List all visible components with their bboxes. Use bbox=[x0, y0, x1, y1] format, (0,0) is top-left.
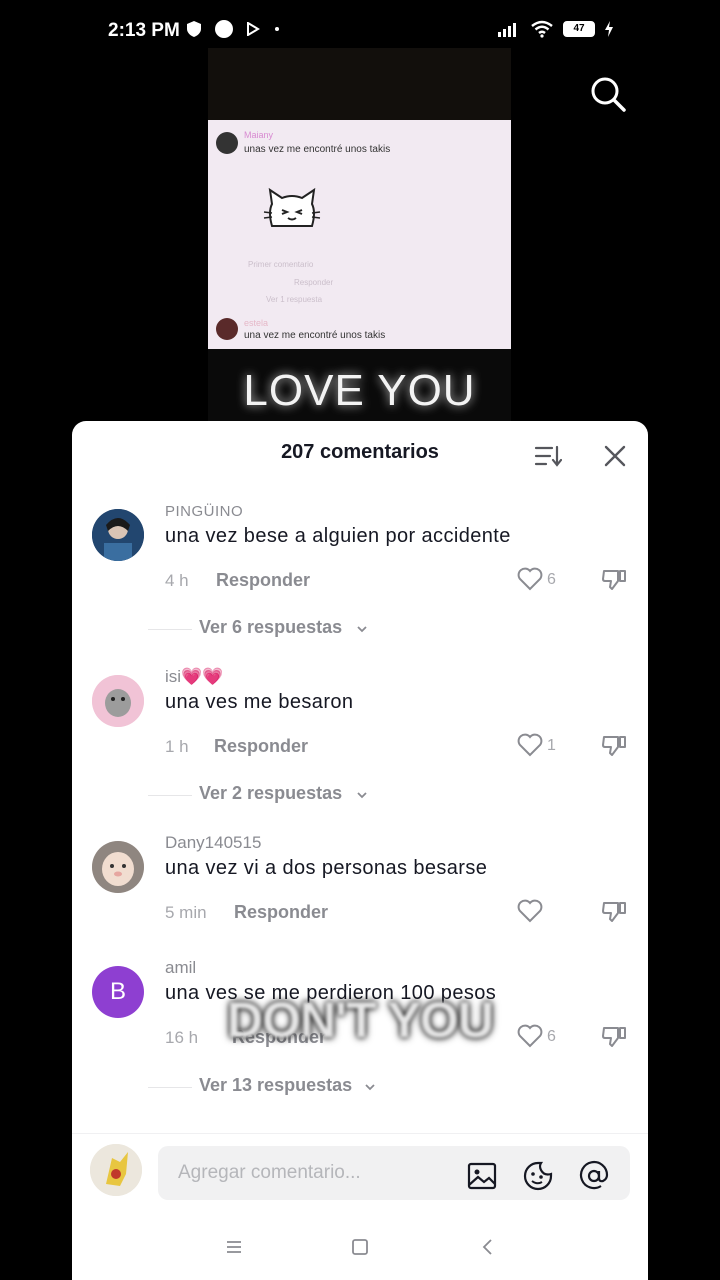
avatar-image bbox=[92, 841, 144, 893]
reply-button[interactable]: Responder bbox=[234, 902, 328, 923]
avatar-image bbox=[92, 509, 144, 561]
view-replies-label[interactable]: Ver 2 respuestas bbox=[199, 783, 342, 804]
sort-icon[interactable] bbox=[534, 443, 562, 469]
video-top-strip bbox=[208, 48, 511, 120]
battery-icon: 47 bbox=[563, 21, 595, 37]
card-avatar-2 bbox=[216, 318, 238, 340]
card-replies: Ver 1 respuesta bbox=[266, 295, 323, 304]
video-player[interactable]: Maiany unas vez me encontré unos takis P… bbox=[0, 48, 720, 448]
status-time: 2:13 PM bbox=[108, 20, 180, 41]
card-reply: Responder bbox=[294, 278, 334, 287]
charging-icon bbox=[605, 21, 613, 37]
video-screenshot-card: Maiany unas vez me encontré unos takis P… bbox=[208, 120, 511, 349]
avatar-image bbox=[92, 675, 144, 727]
menu-icon[interactable] bbox=[222, 1235, 246, 1259]
dislike-icon[interactable] bbox=[600, 565, 628, 593]
dislike-icon[interactable] bbox=[600, 731, 628, 759]
avatar-image bbox=[90, 1144, 142, 1196]
comment-text: una ves me besaron bbox=[165, 691, 354, 713]
view-replies[interactable]: Ver 13 respuestas bbox=[72, 1073, 648, 1103]
heart-icon[interactable] bbox=[516, 731, 544, 759]
reply-button[interactable]: Responder bbox=[214, 736, 308, 757]
reply-button[interactable]: Responder bbox=[216, 570, 310, 591]
chevron-down-icon bbox=[357, 626, 367, 633]
comment-author[interactable]: PINGÜINO bbox=[165, 503, 243, 520]
view-replies-label[interactable]: Ver 6 respuestas bbox=[199, 617, 342, 638]
home-icon[interactable] bbox=[348, 1235, 372, 1259]
wifi-icon bbox=[531, 20, 553, 38]
close-icon[interactable] bbox=[602, 443, 628, 469]
card-author: Maiany bbox=[244, 130, 274, 140]
mention-icon[interactable] bbox=[578, 1160, 610, 1192]
comment-author[interactable]: amil bbox=[165, 958, 196, 978]
comment-item: isi💗💗 una ves me besaron 1 h Responder 1 bbox=[72, 667, 648, 777]
dot-icon bbox=[275, 27, 279, 31]
emoji-sticker-icon[interactable] bbox=[522, 1160, 554, 1192]
view-replies-label[interactable]: Ver 13 respuestas bbox=[199, 1075, 352, 1096]
avatar[interactable] bbox=[92, 675, 144, 727]
card-comment-text: unas vez me encontré unos takis bbox=[244, 144, 391, 155]
comment-item: Dany140515 una vez vi a dos personas bes… bbox=[72, 833, 648, 943]
compass-icon bbox=[215, 20, 233, 38]
divider bbox=[148, 1087, 192, 1088]
status-right-icons: 47 bbox=[497, 20, 614, 38]
card-author-2: estela bbox=[244, 318, 269, 328]
comment-text: una vez bese a alguien por accidente bbox=[165, 525, 511, 547]
heart-icon[interactable] bbox=[516, 897, 544, 925]
dislike-icon[interactable] bbox=[600, 1022, 628, 1050]
cat-sticker-icon bbox=[263, 187, 321, 227]
divider bbox=[148, 795, 192, 796]
card-comment-text-2: una vez me encontré unos takis bbox=[244, 330, 386, 341]
comment-input[interactable] bbox=[158, 1146, 630, 1200]
comment-author[interactable]: isi💗💗 bbox=[165, 667, 223, 687]
dislike-icon[interactable] bbox=[600, 897, 628, 925]
chevron-down-icon bbox=[365, 1084, 375, 1091]
back-icon[interactable] bbox=[476, 1235, 500, 1259]
video-caption-love-you: LOVE YOU bbox=[208, 349, 511, 429]
chevron-down-icon bbox=[357, 792, 367, 799]
heart-icon[interactable] bbox=[516, 565, 544, 593]
avatar[interactable] bbox=[92, 509, 144, 561]
avatar[interactable] bbox=[92, 841, 144, 893]
status-left-icons bbox=[186, 19, 282, 39]
search-icon[interactable] bbox=[588, 74, 628, 114]
image-icon[interactable] bbox=[466, 1160, 498, 1192]
view-replies[interactable]: Ver 6 respuestas bbox=[72, 615, 648, 645]
video-caption-dont-you: DON'T YOU bbox=[227, 992, 494, 1048]
comment-time: 4 h bbox=[165, 571, 189, 590]
like-count: 6 bbox=[547, 1028, 556, 1045]
play-icon bbox=[247, 22, 260, 36]
like-count: 1 bbox=[547, 737, 556, 754]
card-avatar bbox=[216, 132, 238, 154]
heart-icon[interactable] bbox=[516, 1022, 544, 1050]
comment-item: PINGÜINO una vez bese a alguien por acci… bbox=[72, 501, 648, 611]
comment-time: 16 h bbox=[165, 1028, 199, 1047]
avatar[interactable]: B bbox=[92, 966, 144, 1018]
my-avatar[interactable] bbox=[90, 1144, 142, 1196]
comments-sheet: 207 comentarios PINGÜINO una vez bese a … bbox=[72, 421, 648, 1280]
comment-time: 1 h bbox=[165, 737, 189, 756]
comment-text: una vez vi a dos personas besarse bbox=[165, 857, 488, 879]
signal-icon bbox=[498, 23, 516, 37]
system-nav-bar bbox=[72, 1221, 648, 1280]
comment-author[interactable]: Dany140515 bbox=[165, 833, 261, 853]
card-first-comment: Primer comentario bbox=[248, 260, 314, 269]
like-count: 6 bbox=[547, 571, 556, 588]
avatar-letter: B bbox=[109, 978, 126, 1005]
comment-input-bar bbox=[72, 1133, 648, 1213]
divider bbox=[148, 629, 192, 630]
view-replies[interactable]: Ver 2 respuestas bbox=[72, 781, 648, 811]
shield-icon bbox=[187, 21, 201, 37]
comment-time: 5 min bbox=[165, 903, 207, 922]
